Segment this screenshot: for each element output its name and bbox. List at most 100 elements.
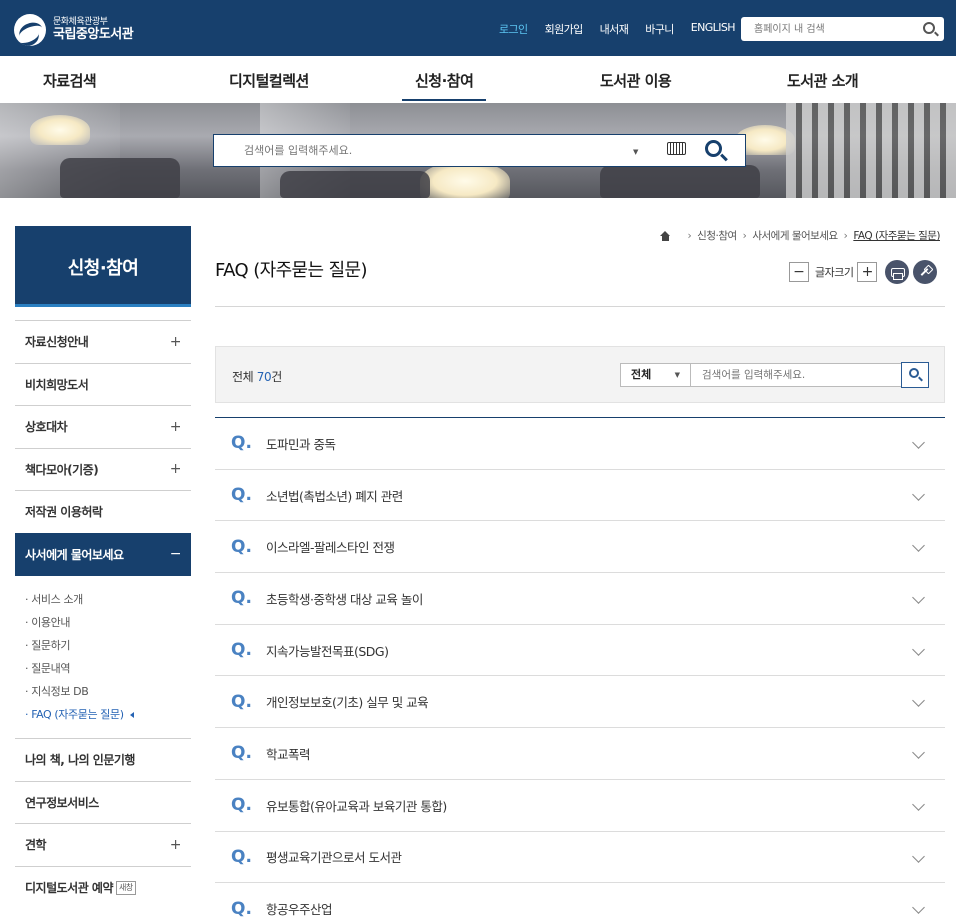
font-size-tools: − 글자크기 + bbox=[789, 260, 938, 284]
question-marker: Q. bbox=[231, 743, 252, 764]
submenu-item-knowledge-db[interactable]: · 지식정보 DB bbox=[25, 680, 181, 703]
faq-question: 지속가능발전목표(SDG) bbox=[266, 643, 389, 659]
sidebar-submenu: · 서비스 소개 · 이용안내 · 질문하기 · 질문내역 · 지식정보 DB … bbox=[15, 575, 191, 738]
expand-icon[interactable]: + bbox=[170, 419, 182, 435]
faq-item[interactable]: Q. 항공우주산업 bbox=[215, 883, 945, 924]
search-scope-select[interactable]: 전체 ▼ bbox=[620, 363, 691, 387]
chevron-down-icon[interactable] bbox=[912, 642, 925, 656]
expand-icon[interactable]: + bbox=[170, 461, 182, 477]
print-icon[interactable] bbox=[885, 260, 910, 284]
faq-question: 초등학생·중학생 대상 교육 놀이 bbox=[266, 591, 423, 607]
sidebar-menu: 자료신청안내 + 비치희망도서 상호대차 + 책다모아(기증) + 저작권 이용… bbox=[15, 320, 191, 908]
faq-item[interactable]: Q. 평생교육기관으로서 도서관 bbox=[215, 832, 945, 884]
sidebar-item-wish-books[interactable]: 비치희망도서 bbox=[15, 362, 191, 406]
sidebar-item-humanities-journey[interactable]: 나의 책, 나의 인문기행 bbox=[15, 738, 191, 781]
faq-search-input[interactable] bbox=[691, 363, 902, 387]
my-library-link[interactable]: 내서재 bbox=[600, 21, 629, 37]
chevron-down-icon[interactable] bbox=[912, 487, 925, 501]
sidebar-item-ask-librarian[interactable]: 사서에게 물어보세요 − bbox=[15, 532, 191, 575]
gnb-item-digital-collection[interactable]: 디지털컬렉션 bbox=[229, 70, 309, 91]
site-search-input[interactable] bbox=[741, 17, 911, 42]
question-marker: Q. bbox=[231, 640, 252, 661]
submenu-item-usage-guide[interactable]: · 이용안내 bbox=[25, 611, 181, 634]
question-marker: Q. bbox=[231, 691, 252, 712]
faq-item[interactable]: Q. 학교폭력 bbox=[215, 728, 945, 780]
question-marker: Q. bbox=[231, 846, 252, 867]
faq-question: 도파민과 중독 bbox=[266, 436, 336, 452]
font-decrease-button[interactable]: − bbox=[789, 262, 809, 282]
sidebar-item-digital-library-reservation[interactable]: 디지털도서관 예약 새창 bbox=[15, 865, 191, 909]
basket-link[interactable]: 바구니 bbox=[645, 21, 674, 37]
banner-chair bbox=[600, 165, 760, 198]
gnb-item-library-use[interactable]: 도서관 이용 bbox=[600, 70, 672, 91]
search-icon[interactable] bbox=[923, 22, 935, 34]
faq-question: 항공우주산업 bbox=[266, 902, 333, 918]
keyboard-icon[interactable] bbox=[667, 142, 686, 155]
login-link[interactable]: 로그인 bbox=[499, 21, 528, 37]
collapse-icon[interactable]: − bbox=[170, 546, 182, 562]
sidebar-item-label: 상호대차 bbox=[25, 420, 68, 435]
signup-link[interactable]: 회원가입 bbox=[545, 21, 584, 37]
chevron-down-icon[interactable] bbox=[912, 539, 925, 553]
faq-search-button[interactable] bbox=[901, 362, 929, 388]
chevron-down-icon[interactable] bbox=[912, 849, 925, 863]
chevron-down-icon[interactable] bbox=[912, 436, 925, 449]
sidebar-item-label: 저작권 이용허락 bbox=[25, 505, 103, 520]
search-icon bbox=[909, 368, 919, 378]
expand-icon[interactable]: + bbox=[170, 837, 182, 853]
logo-emblem-icon bbox=[14, 14, 46, 46]
faq-search-panel: 전체 70건 전체 ▼ bbox=[215, 346, 945, 403]
faq-question: 이스라엘-팔레스타인 전쟁 bbox=[266, 540, 395, 556]
submenu-item-faq[interactable]: · FAQ (자주묻는 질문) bbox=[25, 703, 181, 726]
sidebar-item-copyright[interactable]: 저작권 이용허락 bbox=[15, 490, 191, 533]
sidebar-item-label: 자료신청안내 bbox=[25, 335, 89, 350]
gnb-item-about[interactable]: 도서관 소개 bbox=[787, 70, 859, 91]
question-marker: Q. bbox=[231, 588, 252, 609]
chevron-down-icon[interactable] bbox=[912, 694, 925, 708]
faq-item[interactable]: Q. 개인정보보호(기초) 실무 및 교육 bbox=[215, 676, 945, 729]
share-icon[interactable] bbox=[913, 260, 938, 284]
gnb-item-search[interactable]: 자료검색 bbox=[43, 70, 97, 91]
site-logo[interactable]: 문화체육관광부 국립중앙도서관 bbox=[14, 14, 134, 46]
submenu-item-service-intro[interactable]: · 서비스 소개 bbox=[25, 588, 181, 611]
gnb-item-participation[interactable]: 신청·참여 bbox=[402, 70, 487, 101]
chevron-down-icon[interactable] bbox=[912, 591, 925, 604]
faq-item[interactable]: Q. 이스라엘-팔레스타인 전쟁 bbox=[215, 521, 945, 574]
question-marker: Q. bbox=[231, 536, 252, 557]
main-search-icon[interactable] bbox=[705, 140, 722, 157]
home-icon[interactable] bbox=[660, 230, 671, 241]
chevron-right-icon: › bbox=[742, 229, 747, 242]
chevron-down-icon[interactable] bbox=[912, 746, 925, 759]
total-number: 70 bbox=[256, 370, 272, 384]
sidebar-item-label: 사서에게 물어보세요 bbox=[25, 547, 124, 562]
faq-item[interactable]: Q. 도파민과 중독 bbox=[215, 418, 945, 470]
sidebar-item-research-info[interactable]: 연구정보서비스 bbox=[15, 780, 191, 824]
sidebar-item-interlibrary-loan[interactable]: 상호대차 + bbox=[15, 405, 191, 448]
title-divider bbox=[215, 306, 945, 307]
submenu-item-ask-question[interactable]: · 질문하기 bbox=[25, 634, 181, 657]
sidebar-item-tour[interactable]: 견학 + bbox=[15, 823, 191, 866]
faq-item[interactable]: Q. 유보통합(유아교육과 보육기관 통합) bbox=[215, 780, 945, 832]
font-increase-button[interactable]: + bbox=[857, 262, 878, 282]
sidebar-item-material-request[interactable]: 자료신청안내 + bbox=[15, 320, 191, 363]
sidebar-item-donation[interactable]: 책다모아(기증) + bbox=[15, 447, 191, 491]
faq-item[interactable]: Q. 지속가능발전목표(SDG) bbox=[215, 625, 945, 677]
faq-item[interactable]: Q. 초등학생·중학생 대상 교육 놀이 bbox=[215, 573, 945, 625]
breadcrumb-item[interactable]: 신청·참여 bbox=[697, 228, 737, 243]
submenu-label: 서비스 소개 bbox=[31, 593, 83, 606]
chevron-down-icon[interactable] bbox=[912, 901, 925, 915]
breadcrumb-current[interactable]: FAQ (자주묻는 질문) bbox=[853, 228, 940, 243]
total-prefix: 전체 bbox=[232, 370, 257, 384]
banner-chair bbox=[280, 171, 430, 198]
chevron-down-icon[interactable] bbox=[912, 797, 925, 811]
english-link[interactable]: ENGLISH bbox=[691, 21, 736, 37]
faq-item[interactable]: Q. 소년법(촉법소년) 폐지 관련 bbox=[215, 470, 945, 522]
breadcrumb-item[interactable]: 사서에게 물어보세요 bbox=[752, 228, 838, 243]
expand-icon[interactable]: + bbox=[170, 334, 182, 350]
submenu-label: 질문하기 bbox=[31, 639, 71, 652]
submenu-item-question-history[interactable]: · 질문내역 bbox=[25, 657, 181, 680]
question-marker: Q. bbox=[231, 485, 252, 506]
faq-question: 소년법(촉법소년) 폐지 관련 bbox=[266, 488, 403, 504]
main-search-input[interactable] bbox=[214, 135, 624, 166]
search-option-dropdown-icon[interactable]: ▼ bbox=[633, 148, 638, 156]
